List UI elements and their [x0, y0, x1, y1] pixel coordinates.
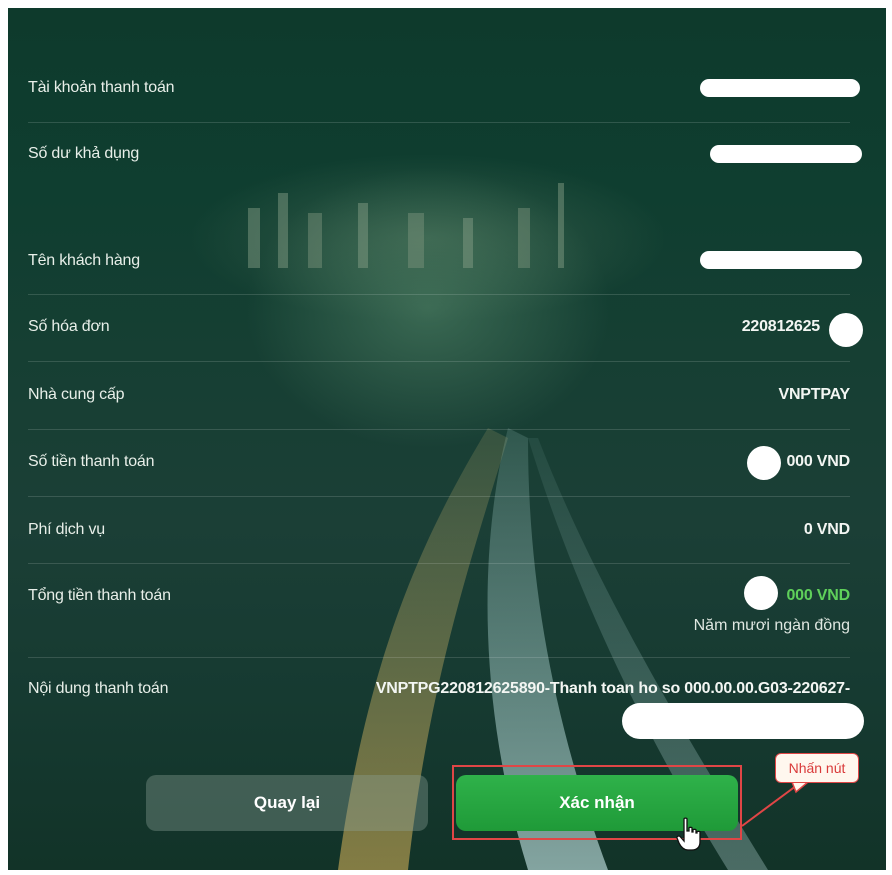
total-value: 000 VND	[786, 587, 850, 604]
redacted-total-dot	[744, 576, 778, 610]
redacted-balance-mask	[710, 145, 862, 163]
account-label: Tài khoản thanh toán	[28, 79, 175, 96]
content-value: VNPTPG220812625890-Thanh toan ho so 000.…	[375, 680, 850, 697]
redacted-invoice-dot	[829, 313, 863, 347]
row-invoice: Số hóa đơn 220812625	[28, 294, 850, 362]
redacted-content-mask	[622, 703, 864, 739]
row-balance: Số dư khả dụng	[28, 122, 850, 228]
invoice-label: Số hóa đơn	[28, 318, 110, 335]
row-total: Tổng tiền thanh toán 000 VND Năm mươi ng…	[28, 563, 850, 658]
hand-pointer-icon	[676, 817, 701, 851]
back-button[interactable]: Quay lại	[146, 775, 428, 831]
provider-label: Nhà cung cấp	[28, 386, 125, 403]
row-fee: Phí dịch vụ 0 VND	[28, 496, 850, 564]
amount-label: Số tiền thanh toán	[28, 453, 155, 470]
fee-label: Phí dịch vụ	[28, 521, 105, 538]
amount-value: 000 VND	[786, 453, 850, 470]
redacted-customer-mask	[700, 251, 862, 269]
total-in-words: Năm mươi ngàn đồng	[693, 617, 850, 634]
redacted-account-mask	[700, 79, 860, 97]
customer-label: Tên khách hàng	[28, 252, 140, 269]
fee-value: 0 VND	[803, 521, 850, 538]
row-amount: Số tiền thanh toán 000 VND	[28, 429, 850, 497]
redacted-amount-dot	[747, 446, 781, 480]
total-label: Tổng tiền thanh toán	[28, 587, 171, 604]
provider-value: VNPTPAY	[778, 386, 850, 403]
balance-label: Số dư khả dụng	[28, 145, 140, 162]
invoice-value: 220812625	[741, 318, 820, 335]
row-provider: Nhà cung cấp VNPTPAY	[28, 361, 850, 430]
callout-label: Nhấn nút	[775, 753, 859, 783]
content-label: Nội dung thanh toán	[28, 680, 169, 697]
